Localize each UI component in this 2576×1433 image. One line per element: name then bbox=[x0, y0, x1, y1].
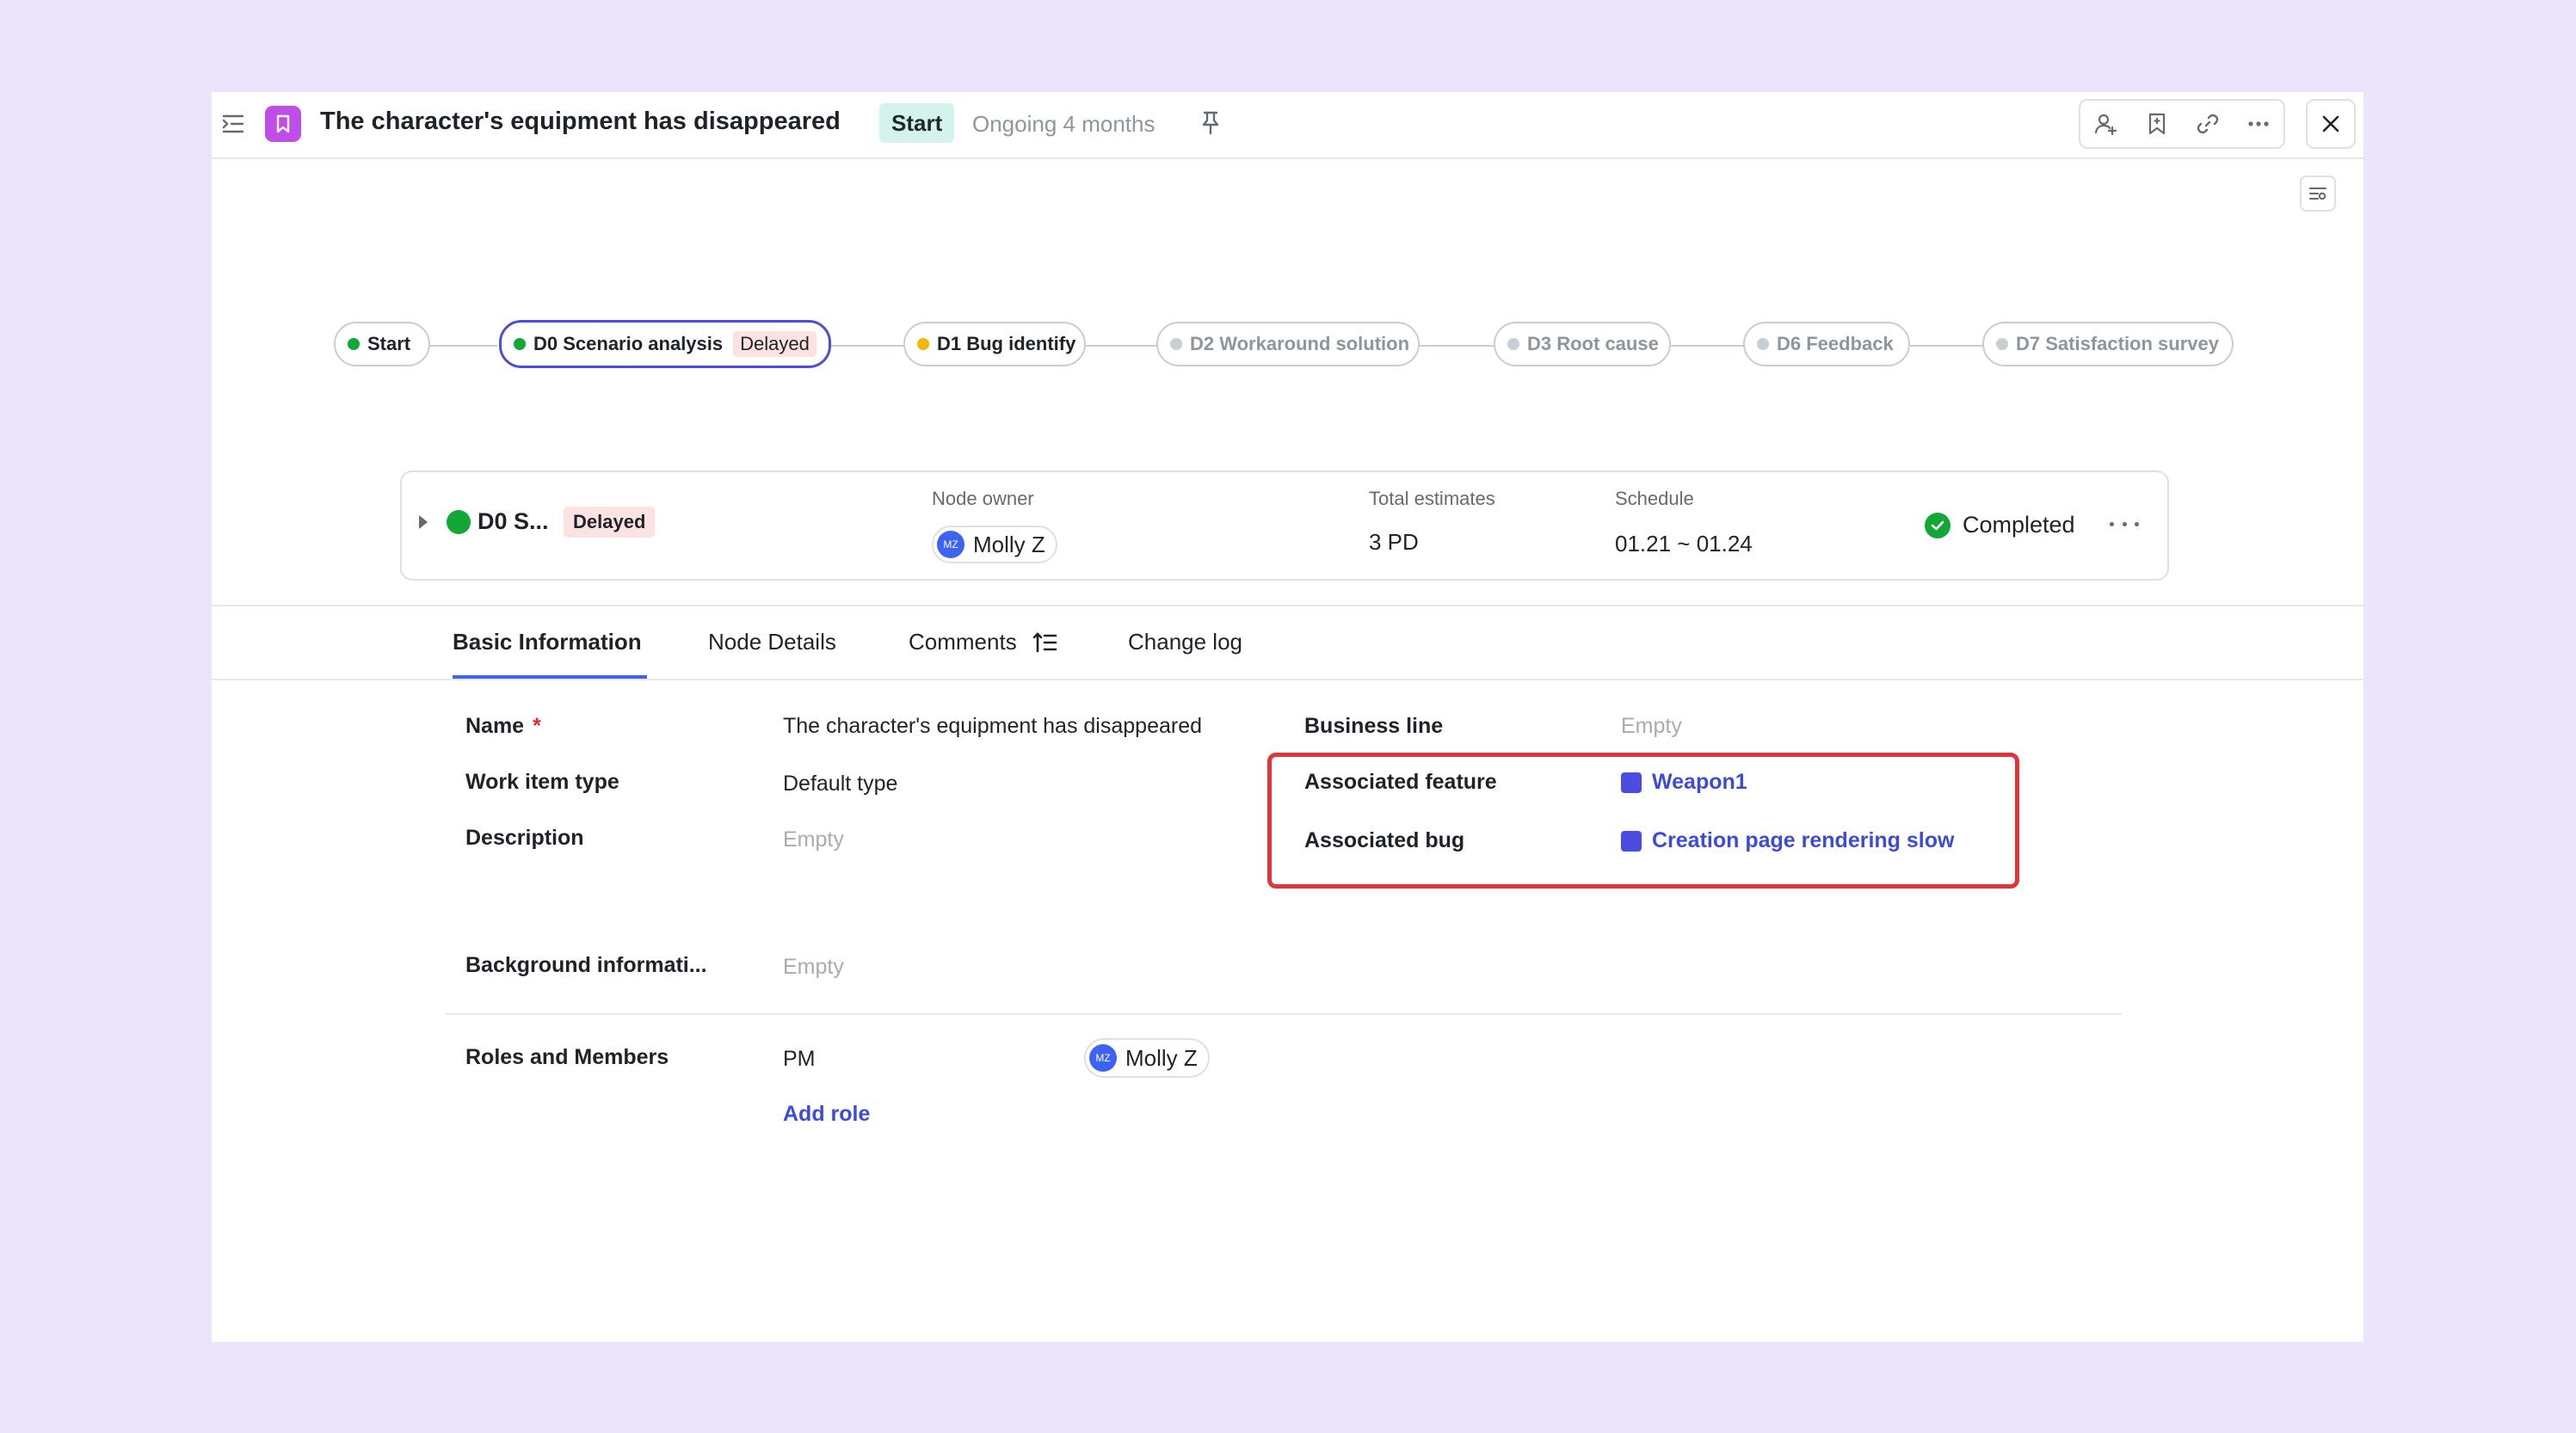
background-information-value[interactable]: Empty bbox=[783, 955, 844, 980]
node-card: D0 S... Delayed Node owner MZ Molly Z To… bbox=[400, 470, 2169, 581]
active-tab-indicator bbox=[453, 675, 647, 679]
status-badge[interactable]: Start bbox=[879, 103, 955, 143]
owner-name: Molly Z bbox=[973, 531, 1045, 557]
work-item-panel: The character's equipment has disappeare… bbox=[212, 92, 2363, 1342]
more-icon[interactable] bbox=[2110, 515, 2139, 532]
panel-header: The character's equipment has disappeare… bbox=[212, 92, 2363, 159]
required-marker: * bbox=[533, 714, 541, 738]
status-dot bbox=[348, 338, 360, 350]
avatar: MZ bbox=[937, 531, 964, 558]
ongoing-duration: Ongoing 4 months bbox=[972, 111, 1156, 137]
role-pm: PM bbox=[783, 1047, 816, 1071]
tab-basic-information[interactable]: Basic Information bbox=[453, 629, 642, 655]
pipeline-node-label: D3 Root cause bbox=[1527, 333, 1659, 354]
name-value[interactable]: The character's equipment has disappeare… bbox=[783, 714, 1202, 739]
avatar: MZ bbox=[1089, 1044, 1117, 1072]
pipeline-node-d6[interactable]: D6 Feedback bbox=[1743, 322, 1910, 366]
name-label: Name * bbox=[465, 714, 541, 739]
work-item-type-value[interactable]: Default type bbox=[783, 772, 897, 796]
tab-comments-label: Comments bbox=[909, 629, 1017, 655]
bookmark-icon bbox=[265, 106, 301, 142]
status-dot bbox=[917, 338, 929, 350]
node-name: D0 S... bbox=[478, 508, 549, 534]
save-bookmark-icon[interactable] bbox=[2143, 110, 2171, 138]
business-line-label: Business line bbox=[1304, 714, 1444, 738]
pipeline-node-start[interactable]: Start bbox=[334, 322, 430, 366]
description-value[interactable]: Empty bbox=[783, 827, 844, 852]
schedule-label: Schedule bbox=[1615, 488, 1694, 509]
header-action-group bbox=[2079, 99, 2285, 149]
pipeline-connector bbox=[1420, 345, 1501, 347]
check-circle-icon bbox=[1925, 512, 1950, 538]
completed-status[interactable]: Completed bbox=[1925, 512, 2075, 538]
work-item-type-label: Work item type bbox=[465, 770, 619, 794]
window-frame: The character's equipment has disappeare… bbox=[0, 0, 2576, 1433]
close-icon[interactable] bbox=[2306, 99, 2356, 149]
member-chip[interactable]: MZ Molly Z bbox=[1084, 1038, 1210, 1078]
add-role-button[interactable]: Add role bbox=[783, 1102, 870, 1127]
delayed-badge: Delayed bbox=[564, 507, 656, 538]
page-title: The character's equipment has disappeare… bbox=[320, 108, 841, 135]
status-dot bbox=[1507, 338, 1519, 350]
view-settings-icon[interactable] bbox=[2300, 175, 2336, 212]
pin-icon[interactable] bbox=[1198, 109, 1223, 137]
pipeline-node-label: Start bbox=[367, 333, 411, 354]
tab-change-log[interactable]: Change log bbox=[1128, 629, 1242, 655]
roles-and-members-label: Roles and Members bbox=[465, 1045, 669, 1069]
divider bbox=[446, 1013, 2122, 1015]
link-icon[interactable] bbox=[2194, 110, 2222, 138]
background-information-label: Background informati... bbox=[465, 953, 707, 977]
node-owner-label: Node owner bbox=[932, 488, 1034, 509]
pipeline-node-d2[interactable]: D2 Workaround solution bbox=[1156, 322, 1420, 366]
pipeline-node-d3[interactable]: D3 Root cause bbox=[1494, 322, 1671, 366]
pipeline-node-d7[interactable]: D7 Satisfaction survey bbox=[1982, 322, 2234, 366]
completed-label: Completed bbox=[1963, 512, 2075, 538]
more-icon[interactable] bbox=[2245, 110, 2272, 138]
share-users-icon[interactable] bbox=[2092, 110, 2120, 138]
highlight-box bbox=[1267, 753, 2019, 889]
pipeline-node-label: D0 Scenario analysis bbox=[533, 333, 724, 354]
node-pipeline: Start D0 Scenario analysis Delayed D1 Bu… bbox=[212, 317, 2363, 374]
schedule-value[interactable]: 01.21 ~ 01.24 bbox=[1615, 531, 1753, 557]
pipeline-node-d1[interactable]: D1 Bug identify bbox=[903, 322, 1086, 366]
status-dot bbox=[514, 338, 526, 350]
pipeline-connector bbox=[429, 345, 497, 347]
delayed-badge: Delayed bbox=[733, 331, 817, 357]
collapse-icon[interactable] bbox=[220, 111, 246, 137]
status-dot bbox=[447, 510, 471, 534]
pipeline-node-label: D6 Feedback bbox=[1777, 333, 1894, 354]
node-owner-chip[interactable]: MZ Molly Z bbox=[932, 526, 1057, 563]
status-dot bbox=[1996, 338, 2008, 350]
tab-node-details[interactable]: Node Details bbox=[708, 629, 836, 655]
total-estimates-label: Total estimates bbox=[1369, 488, 1495, 509]
name-label-text: Name bbox=[465, 714, 525, 738]
pipeline-node-label: D1 Bug identify bbox=[937, 333, 1076, 354]
business-line-value[interactable]: Empty bbox=[1621, 714, 1682, 739]
description-label: Description bbox=[465, 826, 584, 850]
tab-bar: Basic Information Node Details Comments … bbox=[212, 606, 2363, 680]
member-name: Molly Z bbox=[1125, 1044, 1198, 1071]
pipeline-node-label: D7 Satisfaction survey bbox=[2016, 333, 2219, 354]
pipeline-node-d0[interactable]: D0 Scenario analysis Delayed bbox=[499, 320, 831, 368]
total-estimates-value[interactable]: 3 PD bbox=[1369, 529, 1419, 556]
pipeline-connector bbox=[831, 345, 903, 347]
expand-caret-icon[interactable] bbox=[419, 515, 428, 529]
sort-icon[interactable] bbox=[1032, 630, 1058, 655]
status-dot bbox=[1170, 338, 1182, 350]
pipeline-node-label: D2 Workaround solution bbox=[1190, 333, 1410, 354]
tab-comments[interactable]: Comments bbox=[909, 629, 1058, 655]
status-dot bbox=[1757, 338, 1769, 350]
